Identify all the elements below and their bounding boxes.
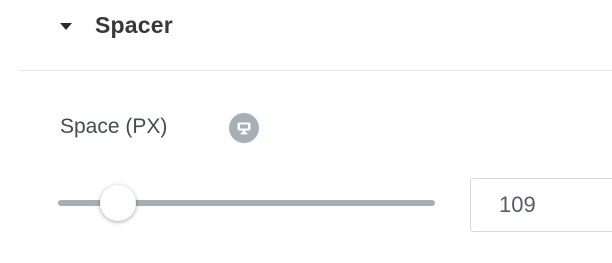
space-slider[interactable]	[58, 185, 435, 221]
space-label: Space (PX)	[60, 115, 168, 138]
section-divider	[18, 70, 612, 71]
desktop-icon-glyph	[237, 122, 251, 134]
space-value-input[interactable]	[470, 178, 612, 232]
caret-down-icon	[60, 23, 72, 30]
section-title: Spacer	[95, 12, 173, 38]
section-header-spacer[interactable]: Spacer	[0, 0, 612, 70]
desktop-icon[interactable]	[229, 113, 259, 143]
slider-handle[interactable]	[100, 185, 137, 221]
spacer-settings-panel: Spacer Space (PX)	[0, 0, 612, 263]
